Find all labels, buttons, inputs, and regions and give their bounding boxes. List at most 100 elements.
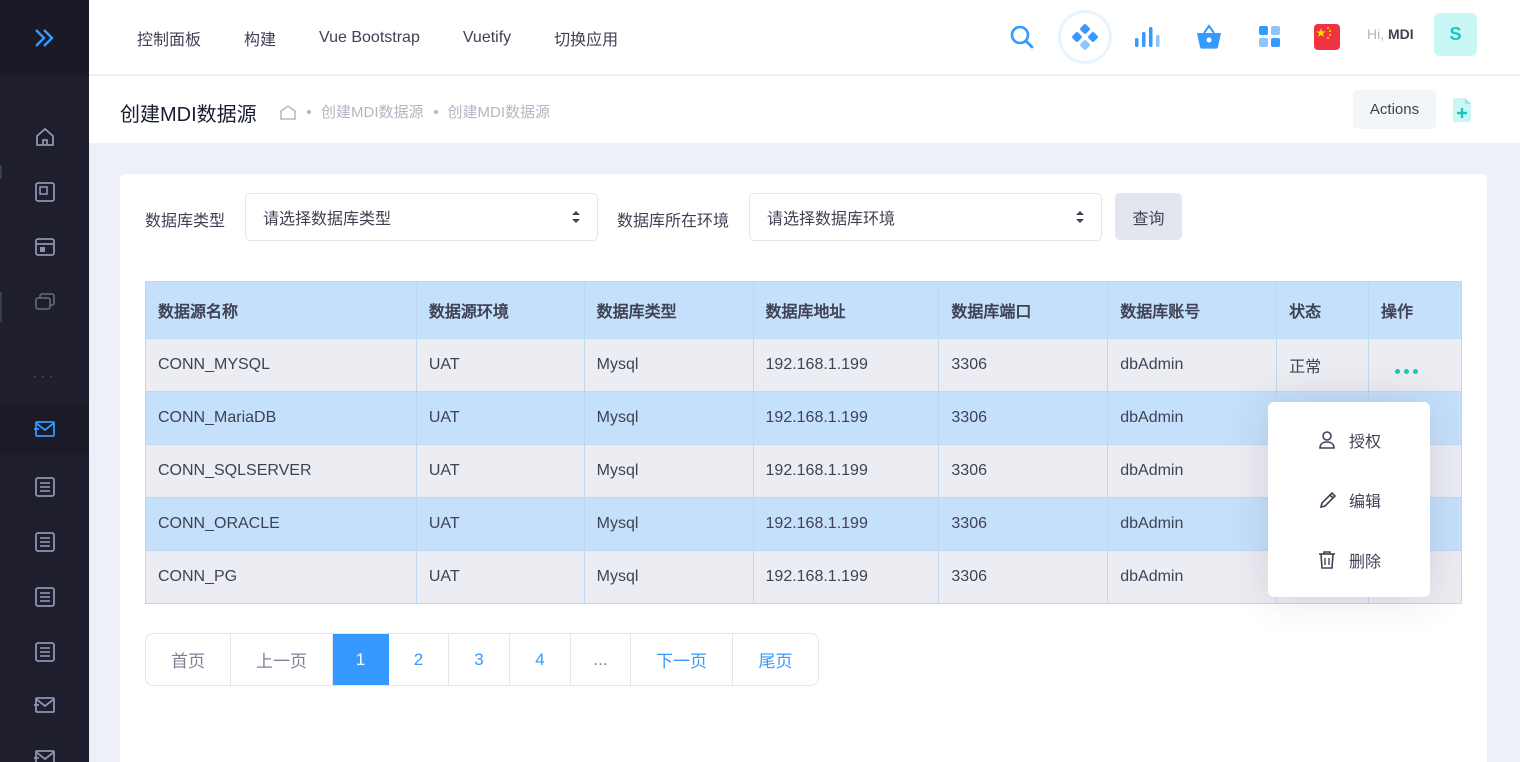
table-cell: UAT bbox=[415, 391, 585, 445]
select-caret-icon bbox=[572, 211, 580, 223]
table-row: CONN_MariaDB UAT Mysql 192.168.1.199 330… bbox=[145, 391, 1462, 445]
db-env-label: 数据库所在环境 bbox=[617, 213, 730, 230]
breadcrumb-item[interactable]: 创建MDI数据源 bbox=[448, 101, 551, 122]
breadcrumb-item[interactable]: 创建MDI数据源 bbox=[321, 101, 424, 122]
db-type-select[interactable]: 请选择数据库类型 bbox=[245, 193, 598, 241]
table-row: CONN_MYSQL UAT Mysql 192.168.1.199 3306 … bbox=[145, 338, 1462, 392]
page-last[interactable]: 尾页 bbox=[733, 634, 818, 685]
row-actions-dropdown: 授权 编辑 删除 bbox=[1268, 402, 1430, 597]
db-env-select[interactable]: 请选择数据库环境 bbox=[749, 193, 1102, 241]
table-cell: 3306 bbox=[938, 550, 1109, 604]
table-cell: UAT bbox=[415, 338, 585, 392]
stats-button[interactable] bbox=[1122, 12, 1172, 62]
page-3[interactable]: 3 bbox=[449, 634, 510, 685]
apps-button[interactable] bbox=[1245, 12, 1295, 62]
list-icon bbox=[34, 587, 55, 607]
table-cell: CONN_SQLSERVER bbox=[145, 444, 417, 498]
table-cell: 3306 bbox=[938, 338, 1109, 392]
page-1[interactable]: 1 bbox=[333, 634, 389, 685]
page-first[interactable]: 首页 bbox=[146, 634, 231, 685]
search-icon bbox=[1010, 25, 1034, 49]
table-cell: dbAdmin bbox=[1107, 550, 1278, 604]
db-env-select-value: 请选择数据库环境 bbox=[767, 211, 896, 228]
language-button[interactable] bbox=[1302, 12, 1352, 62]
edit-menu-item[interactable]: 编辑 bbox=[1268, 475, 1430, 525]
home-icon[interactable] bbox=[279, 104, 297, 120]
add-file-button[interactable] bbox=[1451, 96, 1473, 124]
table-cell: dbAdmin bbox=[1107, 444, 1278, 498]
mail-icon bbox=[33, 697, 55, 713]
sidebar-item-list-1[interactable] bbox=[0, 462, 89, 512]
header-menu: 控制面板 构建 Vue Bootstrap Vuetify 切换应用 bbox=[137, 0, 661, 75]
sidebar-item-list-3[interactable] bbox=[0, 572, 89, 622]
table-cell: CONN_ORACLE bbox=[145, 497, 417, 551]
sidebar-item-list-4[interactable] bbox=[0, 627, 89, 677]
delete-menu-item[interactable]: 删除 bbox=[1268, 535, 1430, 585]
table-cell: Mysql bbox=[583, 391, 754, 445]
table-cell: dbAdmin bbox=[1107, 497, 1278, 551]
avatar[interactable]: S bbox=[1434, 13, 1477, 56]
basket-icon bbox=[1197, 24, 1221, 49]
page-next[interactable]: 下一页 bbox=[631, 634, 733, 685]
table-cell: 192.168.1.199 bbox=[752, 444, 940, 498]
china-flag-icon bbox=[1314, 24, 1340, 50]
query-button[interactable]: 查询 bbox=[1115, 193, 1182, 240]
dot-icon bbox=[1395, 368, 1400, 374]
delete-label: 删除 bbox=[1349, 554, 1382, 571]
column-header: 数据源名称 bbox=[145, 281, 417, 339]
sidebar-item-mail-3[interactable] bbox=[0, 733, 89, 762]
table-cell: dbAdmin bbox=[1107, 338, 1278, 392]
sidebar-item-mail-2[interactable] bbox=[0, 680, 89, 730]
table-cell: 3306 bbox=[938, 391, 1109, 445]
dot-icon bbox=[1404, 368, 1409, 374]
mail-icon bbox=[33, 750, 55, 762]
sidebar-item-layout[interactable] bbox=[0, 167, 89, 217]
sidebar-item-layers[interactable] bbox=[0, 277, 89, 327]
expand-chevrons-icon[interactable] bbox=[33, 28, 57, 48]
authorize-menu-item[interactable]: 授权 bbox=[1268, 415, 1430, 465]
breadcrumb: 创建MDI数据源 创建MDI数据源 bbox=[279, 101, 550, 122]
table-cell: UAT bbox=[415, 444, 585, 498]
menu-item-build[interactable]: 构建 bbox=[244, 26, 276, 50]
menu-item-vue-bootstrap[interactable]: Vue Bootstrap bbox=[319, 29, 420, 47]
search-button[interactable] bbox=[997, 12, 1047, 62]
list-icon bbox=[34, 477, 55, 497]
sidebar-item-window[interactable] bbox=[0, 222, 89, 272]
page-4[interactable]: 4 bbox=[510, 634, 571, 685]
trash-icon bbox=[1319, 551, 1335, 569]
home-icon bbox=[35, 127, 54, 146]
table-cell: 192.168.1.199 bbox=[752, 391, 940, 445]
column-header: 数据库端口 bbox=[938, 281, 1109, 339]
table-header-row: 数据源名称 数据源环境 数据库类型 数据库地址 数据库端口 数据库账号 状态 操… bbox=[145, 281, 1462, 339]
page-2[interactable]: 2 bbox=[389, 634, 449, 685]
page-prev[interactable]: 上一页 bbox=[231, 634, 333, 685]
table-cell: Mysql bbox=[583, 497, 754, 551]
actions-button[interactable]: Actions bbox=[1353, 90, 1436, 129]
menu-item-vuetify[interactable]: Vuetify bbox=[463, 29, 511, 47]
subheader: 创建MDI数据源 创建MDI数据源 创建MDI数据源 Actions bbox=[89, 76, 1520, 143]
menu-item-dashboard[interactable]: 控制面板 bbox=[137, 26, 201, 50]
sidebar-item-mail-active[interactable] bbox=[0, 404, 89, 454]
sidebar-toggle[interactable] bbox=[0, 0, 89, 75]
chart-bars-icon bbox=[1135, 27, 1160, 47]
layers-icon bbox=[34, 293, 55, 310]
menu-item-switch-app[interactable]: 切换应用 bbox=[554, 26, 618, 50]
layout-icon bbox=[34, 182, 55, 202]
column-header: 状态 bbox=[1276, 281, 1369, 339]
quick-actions-button[interactable] bbox=[1058, 10, 1112, 64]
cart-button[interactable] bbox=[1184, 12, 1234, 62]
sidebar-item-home[interactable] bbox=[0, 112, 89, 162]
db-type-select-value: 请选择数据库类型 bbox=[263, 211, 392, 228]
pencil-icon bbox=[1319, 491, 1337, 509]
sidebar-more[interactable]: ··· bbox=[0, 368, 89, 386]
user-icon bbox=[1319, 431, 1335, 449]
page-ellipsis: ... bbox=[571, 634, 631, 685]
table-cell: Mysql bbox=[583, 338, 754, 392]
table-cell: 192.168.1.199 bbox=[752, 550, 940, 604]
sidebar-item-list-2[interactable] bbox=[0, 517, 89, 567]
more-actions-button[interactable] bbox=[1395, 368, 1461, 374]
column-header: 数据库地址 bbox=[752, 281, 940, 339]
user-greeting[interactable]: Hi, MDI bbox=[1367, 26, 1414, 42]
status-cell: 正常 bbox=[1276, 338, 1369, 392]
page-title: 创建MDI数据源 bbox=[120, 104, 257, 126]
